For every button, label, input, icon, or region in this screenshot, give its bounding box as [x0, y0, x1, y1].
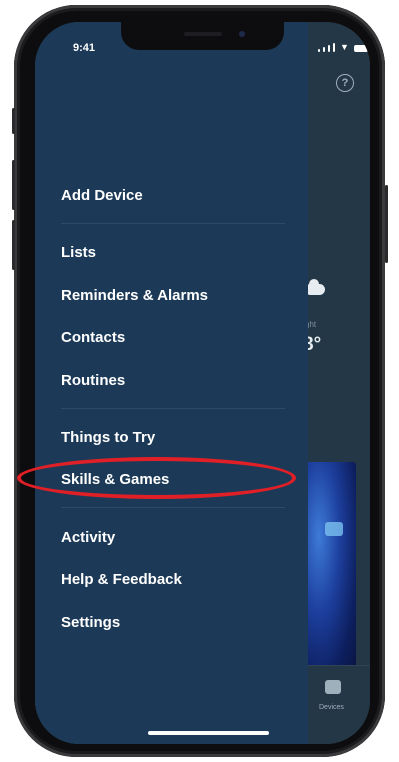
screen: ? ght 8° Devices Add Device Lists Remind… [35, 22, 370, 744]
highlight-annotation-ring [17, 457, 296, 499]
volume-down-button [12, 220, 15, 270]
volume-up-button [12, 160, 15, 210]
home-indicator[interactable] [148, 731, 269, 735]
menu-divider [61, 408, 285, 409]
mute-switch [12, 108, 15, 134]
signal-bar [318, 49, 320, 52]
menu-item-routines[interactable]: Routines [61, 372, 125, 389]
signal-bar [323, 47, 325, 52]
battery-icon [353, 45, 368, 52]
video-card[interactable] [303, 462, 356, 672]
menu-item-add-device[interactable]: Add Device [61, 187, 143, 204]
cloud-icon [305, 279, 325, 295]
menu-divider [61, 507, 285, 508]
menu-item-lists[interactable]: Lists [61, 244, 96, 261]
menu-item-activity[interactable]: Activity [61, 529, 115, 546]
menu-divider [61, 223, 285, 224]
menu-item-contacts[interactable]: Contacts [61, 329, 125, 346]
signal-bar [328, 45, 330, 52]
menu-item-help-feedback[interactable]: Help & Feedback [61, 571, 182, 588]
menu-item-things-to-try[interactable]: Things to Try [61, 429, 155, 446]
devices-tab-label[interactable]: Devices [319, 704, 344, 711]
notch [121, 22, 284, 50]
power-button [385, 185, 388, 263]
status-icons: ▼ [318, 43, 368, 52]
devices-icon[interactable] [325, 680, 341, 694]
wifi-icon: ▼ [340, 42, 349, 52]
menu-item-settings[interactable]: Settings [61, 614, 120, 631]
status-time: 9:41 [73, 42, 96, 54]
front-camera [239, 31, 245, 37]
help-icon[interactable]: ? [336, 74, 354, 92]
menu-item-reminders-alarms[interactable]: Reminders & Alarms [61, 287, 208, 304]
speaker-grille [184, 32, 222, 36]
signal-bar [333, 43, 335, 52]
navigation-drawer: Add Device Lists Reminders & Alarms Cont… [35, 22, 308, 744]
